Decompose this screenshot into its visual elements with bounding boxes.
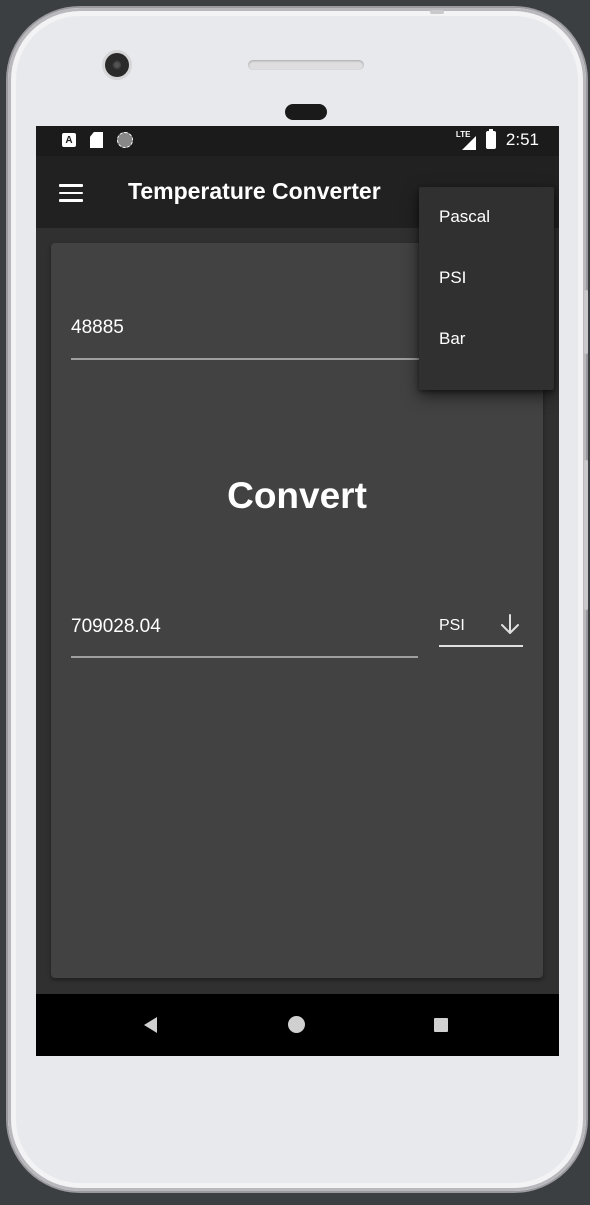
power-button xyxy=(584,290,588,354)
output-unit-select[interactable]: PSI xyxy=(439,613,523,647)
back-icon[interactable] xyxy=(144,1017,157,1033)
unit-dropdown-menu: Pascal PSI Bar xyxy=(419,187,554,390)
output-unit-label: PSI xyxy=(439,617,465,634)
home-icon[interactable] xyxy=(288,1016,305,1033)
dropdown-item-bar[interactable]: Bar xyxy=(419,309,554,370)
sync-icon xyxy=(117,132,133,148)
convert-button[interactable]: Convert xyxy=(51,475,543,517)
top-edge-mark xyxy=(430,10,444,14)
output-value-text: 709028.04 xyxy=(71,616,161,637)
dropdown-item-label: PSI xyxy=(439,268,467,287)
dropdown-item-psi[interactable]: PSI xyxy=(419,248,554,309)
earpiece-speaker xyxy=(248,60,364,70)
battery-icon xyxy=(485,129,496,149)
a-icon: A xyxy=(62,133,76,147)
proximity-sensor xyxy=(285,104,327,120)
lte-signal-icon: LTE xyxy=(456,130,476,150)
sd-card-icon xyxy=(90,132,103,148)
arrow-down-icon xyxy=(501,614,519,634)
input-value-text: 48885 xyxy=(71,317,124,338)
input-value-field[interactable]: 48885 xyxy=(71,317,421,357)
screen: A LTE 2:51 Temperature Converter 48885 C… xyxy=(36,126,559,1056)
app-title: Temperature Converter xyxy=(128,178,381,204)
volume-button xyxy=(584,460,588,610)
navigation-bar xyxy=(36,994,559,1056)
dropdown-item-pascal[interactable]: Pascal xyxy=(419,187,554,248)
dropdown-item-label: Pascal xyxy=(439,207,491,226)
status-time: 2:51 xyxy=(505,130,539,149)
status-bar: A LTE 2:51 xyxy=(36,126,559,156)
front-camera xyxy=(105,53,129,77)
output-underline xyxy=(71,656,418,658)
recents-icon[interactable] xyxy=(434,1018,448,1032)
output-value-field[interactable]: 709028.04 xyxy=(71,616,418,656)
unit-select-underline xyxy=(439,645,523,647)
input-underline xyxy=(71,358,421,360)
dropdown-item-label: Bar xyxy=(439,329,466,348)
hamburger-menu-icon[interactable] xyxy=(59,184,83,202)
